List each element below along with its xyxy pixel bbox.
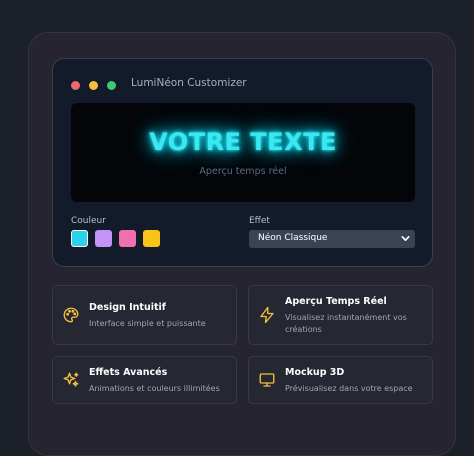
feature-description: Prévisualisez dans votre espace <box>285 384 413 393</box>
lightning-icon <box>260 306 274 324</box>
window-maximize-dot[interactable] <box>107 81 116 90</box>
preview-caption: Aperçu temps réel <box>199 166 287 177</box>
effect-select-value: Néon Classique <box>258 233 328 243</box>
feature-description: Visualisez instantanément vos créations <box>285 313 407 334</box>
feature-card-design-intuitif: Design Intuitif Interface simple et puis… <box>52 285 237 345</box>
window-close-dot[interactable] <box>71 81 80 90</box>
feature-card-mockup-3d: Mockup 3D Prévisualisez dans votre espac… <box>248 356 433 404</box>
chevron-down-icon <box>401 236 410 241</box>
color-swatch-yellow[interactable] <box>143 230 160 247</box>
feature-title: Effets Avancés <box>89 367 168 378</box>
customizer-window: LumiNéon Customizer VOTRE TEXTE Aperçu t… <box>52 58 433 267</box>
color-swatch-purple[interactable] <box>95 230 112 247</box>
feature-title: Mockup 3D <box>285 367 345 378</box>
window-title: LumiNéon Customizer <box>131 77 247 89</box>
feature-title: Design Intuitif <box>89 302 166 313</box>
neon-preview-text: VOTRE TEXTE <box>149 128 337 156</box>
feature-card-apercu-temps-reel: Aperçu Temps Réel Visualisez instantaném… <box>248 285 433 345</box>
window-minimize-dot[interactable] <box>89 81 98 90</box>
neon-preview-area: VOTRE TEXTE Aperçu temps réel <box>71 103 415 202</box>
color-swatch-pink[interactable] <box>119 230 136 247</box>
feature-description: Interface simple et puissante <box>89 319 206 328</box>
palette-icon <box>63 307 79 323</box>
feature-title: Aperçu Temps Réel <box>285 296 387 307</box>
effect-select[interactable]: Néon Classique <box>249 230 415 248</box>
feature-description: Animations et couleurs illimitées <box>89 384 220 393</box>
color-label: Couleur <box>71 216 106 226</box>
color-swatch-cyan[interactable] <box>71 230 88 247</box>
monitor-icon <box>259 373 275 387</box>
feature-card-effets-avances: Effets Avancés Animations et couleurs il… <box>52 356 237 404</box>
effect-label: Effet <box>249 216 270 226</box>
sparkles-icon <box>63 372 79 387</box>
